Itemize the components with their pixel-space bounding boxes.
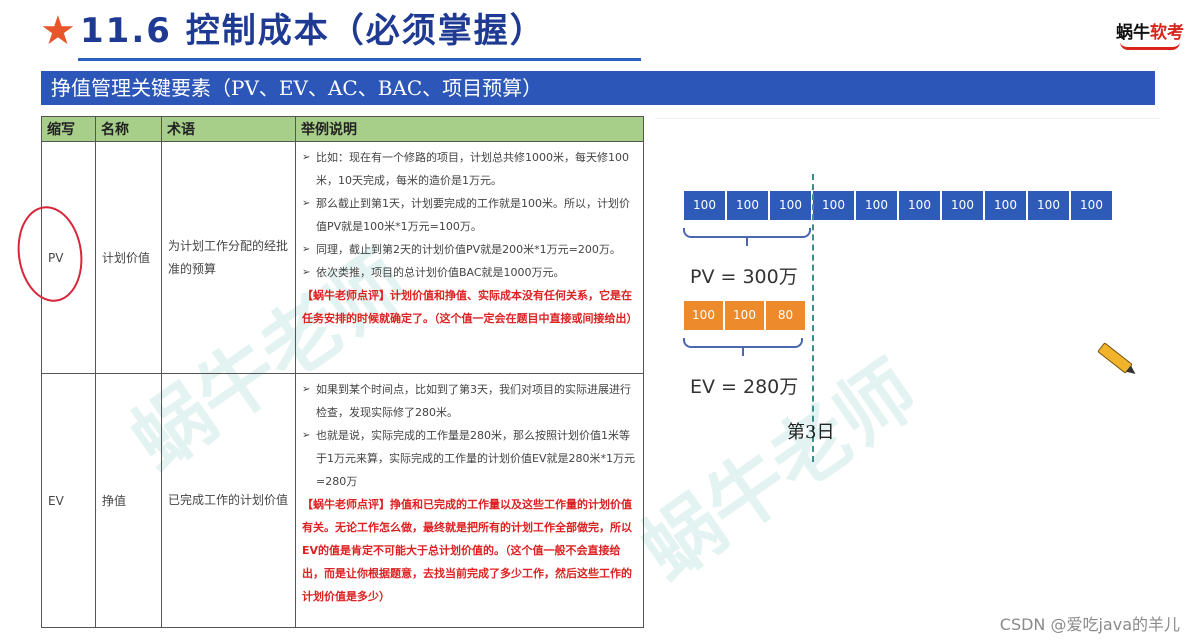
cell-abbr: EV xyxy=(41,373,96,628)
ev-cell: 100 xyxy=(683,300,724,331)
header-abbr: 缩写 xyxy=(41,116,96,142)
ev-brace xyxy=(683,338,803,348)
cell-example: 比如：现在有一个修路的项目，计划总共修1000米，每天修100米，10天完成，每… xyxy=(295,141,644,374)
day-label: 第3日 xyxy=(787,422,835,443)
logo-swoosh-icon xyxy=(1120,42,1180,50)
ev-label: EV = 280万 xyxy=(690,376,799,398)
example-bullet: 那么截止到第1天，计划要完成的工作就是100米。所以，计划价值PV就是100米*… xyxy=(302,192,637,238)
section-title: 挣值管理关键要素（PV、EV、AC、BAC、项目预算） xyxy=(41,71,1155,105)
pv-cell: 100 xyxy=(984,190,1027,221)
pv-cell: 100 xyxy=(726,190,769,221)
ev-elements-table: 缩写 名称 术语 举例说明 PV 计划价值 为计划工作分配的经批准的预算 比如：… xyxy=(41,116,644,628)
title-underline xyxy=(78,58,641,61)
ev-brace-tip xyxy=(742,348,744,356)
pv-cell: 100 xyxy=(1070,190,1113,221)
ev-bar: 100 100 80 xyxy=(683,300,806,331)
logo-text-b: 软考 xyxy=(1150,23,1184,43)
cell-example: 如果到某个时间点，比如到了第3天，我们对项目的实际进展进行检查，发现实际修了28… xyxy=(295,373,644,628)
panel-divider xyxy=(655,118,1160,119)
pv-cell: 100 xyxy=(1027,190,1070,221)
pv-cell: 100 xyxy=(769,190,812,221)
cell-name: 挣值 xyxy=(95,373,162,628)
pv-bar: 100 100 100 100 100 100 100 100 100 100 xyxy=(683,190,1113,221)
csdn-credit: CSDN @爱吃java的羊儿 xyxy=(999,615,1180,634)
cell-term: 为计划工作分配的经批准的预算 xyxy=(161,141,296,374)
pencil-icon[interactable] xyxy=(1097,342,1133,374)
pv-cell: 100 xyxy=(855,190,898,221)
example-bullet: 如果到某个时间点，比如到了第3天，我们对项目的实际进展进行检查，发现实际修了28… xyxy=(302,378,637,424)
cell-term: 已完成工作的计划价值 xyxy=(161,373,296,628)
header-example: 举例说明 xyxy=(295,116,644,142)
pv-cell: 100 xyxy=(898,190,941,221)
example-bullet: 也就是说，实际完成的工作量是280米，那么按照计划价值1米等于1万元来算，实际完… xyxy=(302,424,637,493)
logo-text: 蜗牛软考 xyxy=(1116,18,1184,43)
teacher-note: 【蜗牛老师点评】挣值和已完成的工作量以及这些工作量的计划价值有关。无论工作怎么做… xyxy=(302,498,632,603)
example-bullet: 比如：现在有一个修路的项目，计划总共修1000米，每天修100米，10天完成，每… xyxy=(302,146,637,192)
header-term: 术语 xyxy=(161,116,296,142)
pv-brace-tip xyxy=(746,238,748,246)
teacher-note: 【蜗牛老师点评】计划价值和挣值、实际成本没有任何关系，它是在任务安排的时候就确定… xyxy=(302,289,638,325)
ev-cell: 80 xyxy=(765,300,806,331)
cell-name: 计划价值 xyxy=(95,141,162,374)
header-name: 名称 xyxy=(95,116,162,142)
logo-text-a: 蜗牛 xyxy=(1116,23,1150,43)
pv-cell: 100 xyxy=(683,190,726,221)
table-header-row: 缩写 名称 术语 举例说明 xyxy=(41,116,644,142)
pv-brace xyxy=(683,228,811,238)
pv-label: PV = 300万 xyxy=(690,266,798,288)
pv-cell: 100 xyxy=(812,190,855,221)
ev-cell: 100 xyxy=(724,300,765,331)
table-row: EV 挣值 已完成工作的计划价值 如果到某个时间点，比如到了第3天，我们对项目的… xyxy=(41,373,644,628)
table-row: PV 计划价值 为计划工作分配的经批准的预算 比如：现在有一个修路的项目，计划总… xyxy=(41,141,644,374)
pv-cell: 100 xyxy=(941,190,984,221)
page-title: 11.6 控制成本（必须掌握） xyxy=(80,11,546,51)
title-star-icon: ★ xyxy=(40,8,76,54)
example-bullet: 同理，截止到第2天的计划价值PV就是200米*1万元=200万。 xyxy=(302,238,637,261)
brand-logo: 蜗牛软考 xyxy=(1108,4,1186,62)
example-bullet: 依次类推，项目的总计划价值BAC就是1000万元。 xyxy=(302,261,637,284)
